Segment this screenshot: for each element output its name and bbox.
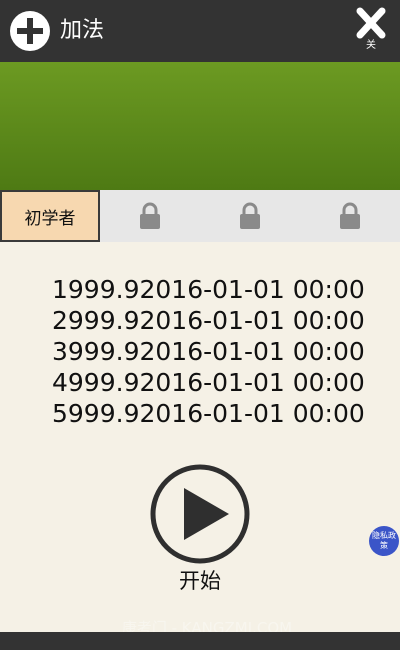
score-rank: 5	[52, 399, 68, 428]
list-item: 2 999.9 2016-01-01 00:00	[52, 305, 365, 336]
page-title: 加法	[60, 18, 105, 43]
close-label: 关	[366, 40, 376, 51]
list-item: 5 999.9 2016-01-01 00:00	[52, 398, 365, 429]
bottom-bar	[0, 632, 400, 650]
score-rank: 1	[52, 275, 68, 304]
plus-circle-icon[interactable]	[10, 11, 50, 51]
privacy-policy-button[interactable]: 隐私政策	[369, 526, 399, 556]
banner-area	[0, 62, 400, 190]
score-value: 999.9	[67, 275, 140, 304]
list-item: 4 999.9 2016-01-01 00:00	[52, 367, 365, 398]
score-date: 2016-01-01 00:00	[139, 399, 365, 428]
lock-icon	[140, 202, 160, 229]
plus-bar-vertical	[27, 18, 33, 44]
score-date: 2016-01-01 00:00	[139, 368, 365, 397]
score-value: 999.9	[67, 399, 140, 428]
tab-beginner[interactable]: 初学者	[0, 190, 100, 242]
score-rank: 4	[52, 368, 68, 397]
start-button-label[interactable]: 开始	[150, 568, 250, 594]
score-value: 999.9	[67, 368, 140, 397]
close-button[interactable]: 关	[352, 6, 390, 58]
level-tabs: 初学者	[0, 190, 400, 242]
lock-icon	[340, 202, 360, 229]
lock-icon	[240, 202, 260, 229]
privacy-policy-label: 隐私政策	[372, 531, 396, 550]
tab-locked-2[interactable]	[100, 190, 200, 242]
score-date: 2016-01-01 00:00	[139, 275, 365, 304]
tab-locked-4[interactable]	[300, 190, 400, 242]
score-date: 2016-01-01 00:00	[139, 337, 365, 366]
high-score-list: 1 999.9 2016-01-01 00:00 2 999.9 2016-01…	[52, 274, 365, 429]
top-app-bar: 加法 关	[0, 0, 400, 62]
tab-beginner-label: 初学者	[24, 208, 76, 229]
score-value: 999.9	[67, 306, 140, 335]
play-icon[interactable]	[150, 464, 250, 564]
close-x-icon	[356, 7, 386, 39]
tab-locked-3[interactable]	[200, 190, 300, 242]
score-rank: 2	[52, 306, 68, 335]
list-item: 1 999.9 2016-01-01 00:00	[52, 274, 365, 305]
list-item: 3 999.9 2016-01-01 00:00	[52, 336, 365, 367]
score-value: 999.9	[67, 337, 140, 366]
score-date: 2016-01-01 00:00	[139, 306, 365, 335]
score-rank: 3	[52, 337, 68, 366]
